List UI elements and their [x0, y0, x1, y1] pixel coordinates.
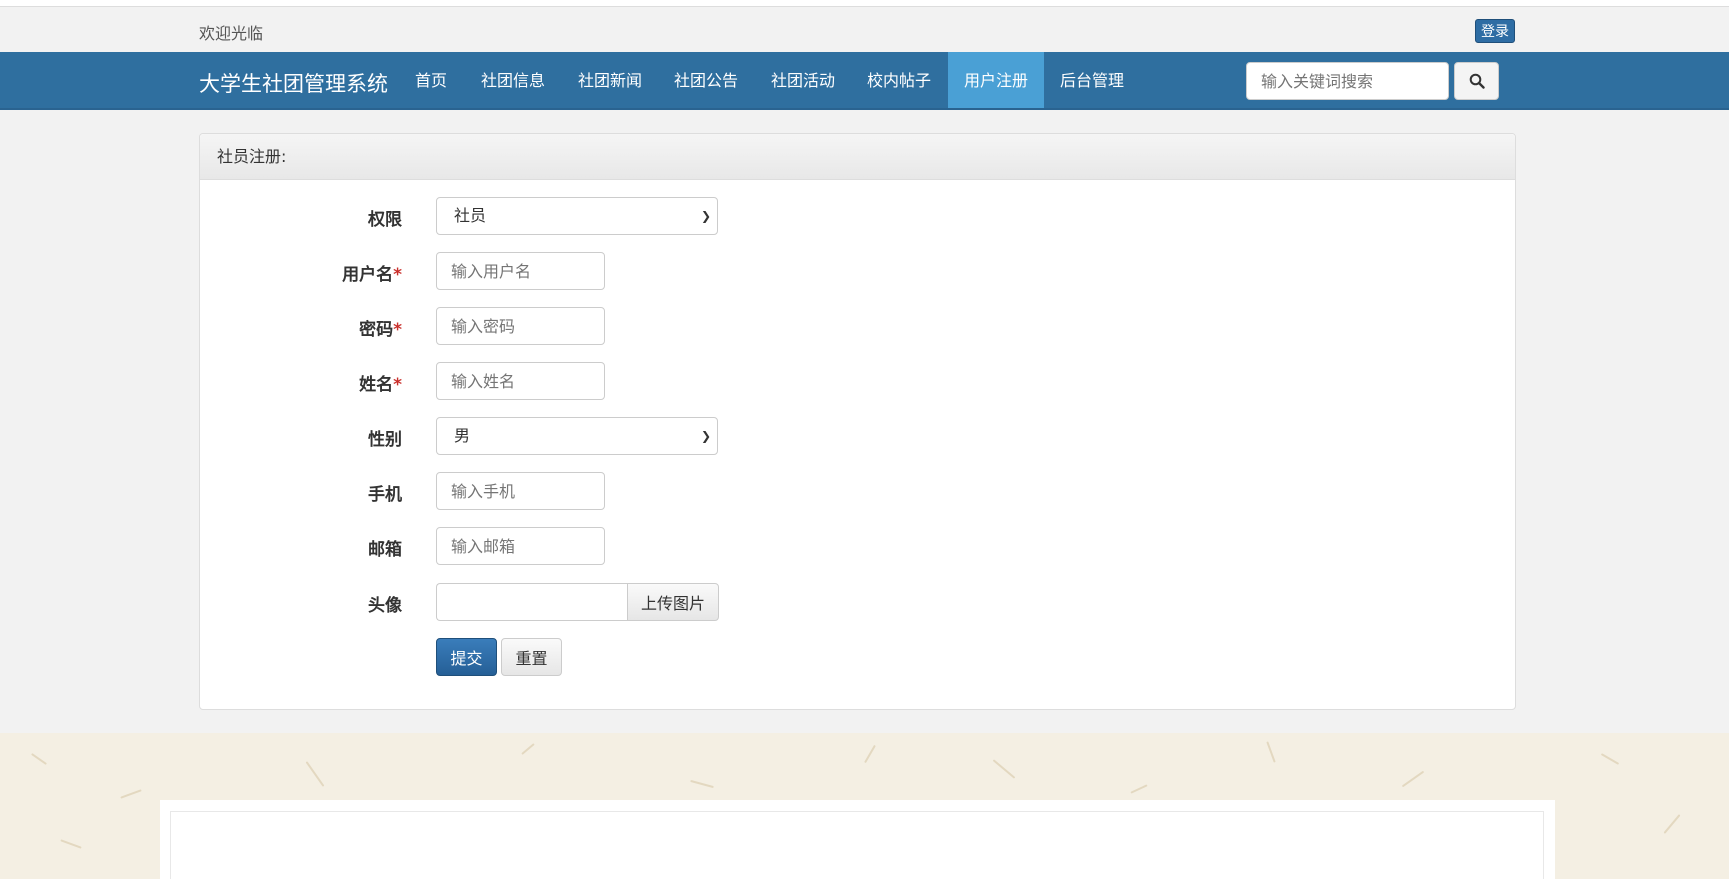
avatar-file-field[interactable] [436, 583, 628, 621]
gender-label: 性别 [368, 430, 402, 450]
register-panel: 社员注册: 权限 社员 ❯ 用户名* 密码* 姓名* 性别 男 ❯ 手机 邮箱 … [199, 133, 1516, 710]
email-label: 邮箱 [368, 540, 402, 560]
top-bar: 欢迎光临 登录 [0, 7, 1729, 52]
required-mark: * [393, 265, 402, 285]
role-label: 权限 [368, 210, 402, 230]
footer-content [170, 811, 1544, 879]
name-input[interactable] [436, 362, 605, 400]
password-input[interactable] [436, 307, 605, 345]
role-select[interactable]: 社员 ❯ [436, 197, 718, 235]
search-icon [1469, 73, 1485, 89]
nav-item-club-info[interactable]: 社团信息 [465, 52, 561, 108]
username-input[interactable] [436, 252, 605, 290]
password-label: 密码* [359, 320, 402, 340]
gender-select[interactable]: 男 ❯ [436, 417, 718, 455]
nav-item-campus-posts[interactable]: 校内帖子 [851, 52, 947, 108]
main-navbar: 大学生社团管理系统 首页 社团信息 社团新闻 社团公告 社团活动 校内帖子 用户… [0, 52, 1729, 110]
top-border [0, 0, 1729, 7]
required-mark: * [393, 375, 402, 395]
nav-item-register[interactable]: 用户注册 [948, 52, 1044, 108]
form-row-role: 权限 社员 ❯ [200, 197, 1515, 237]
username-label: 用户名* [342, 265, 402, 285]
search-button[interactable] [1454, 62, 1499, 100]
form-row-password: 密码* [200, 307, 1515, 347]
search-input[interactable] [1246, 62, 1449, 100]
form-row-phone: 手机 [200, 472, 1515, 512]
gender-select-value: 男 [454, 426, 471, 445]
login-button[interactable]: 登录 [1475, 19, 1515, 43]
required-mark: * [393, 320, 402, 340]
phone-input[interactable] [436, 472, 605, 510]
avatar-label: 头像 [368, 596, 402, 616]
form-row-avatar: 头像 上传图片 [200, 583, 1515, 623]
name-label: 姓名* [359, 375, 402, 395]
submit-button[interactable]: 提交 [436, 638, 497, 676]
form-row-gender: 性别 男 ❯ [200, 417, 1515, 457]
form-row-actions: 提交 重置 [200, 638, 1515, 678]
nav-item-club-notices[interactable]: 社团公告 [658, 52, 754, 108]
form-row-email: 邮箱 [200, 527, 1515, 567]
nav-item-home[interactable]: 首页 [399, 52, 463, 108]
panel-title: 社员注册: [200, 134, 1515, 180]
chevron-down-icon: ❯ [700, 429, 711, 443]
nav-item-club-news[interactable]: 社团新闻 [562, 52, 658, 108]
upload-image-button[interactable]: 上传图片 [627, 583, 719, 621]
email-input[interactable] [436, 527, 605, 565]
role-select-value: 社员 [454, 206, 487, 225]
reset-button[interactable]: 重置 [501, 638, 562, 676]
form-row-username: 用户名* [200, 252, 1515, 292]
phone-label: 手机 [368, 485, 402, 505]
welcome-text: 欢迎光临 [199, 24, 264, 43]
site-brand[interactable]: 大学生社团管理系统 [199, 68, 388, 98]
chevron-down-icon: ❯ [700, 209, 711, 223]
nav-item-club-activities[interactable]: 社团活动 [755, 52, 851, 108]
form-row-name: 姓名* [200, 362, 1515, 402]
nav-item-admin[interactable]: 后台管理 [1044, 52, 1140, 108]
